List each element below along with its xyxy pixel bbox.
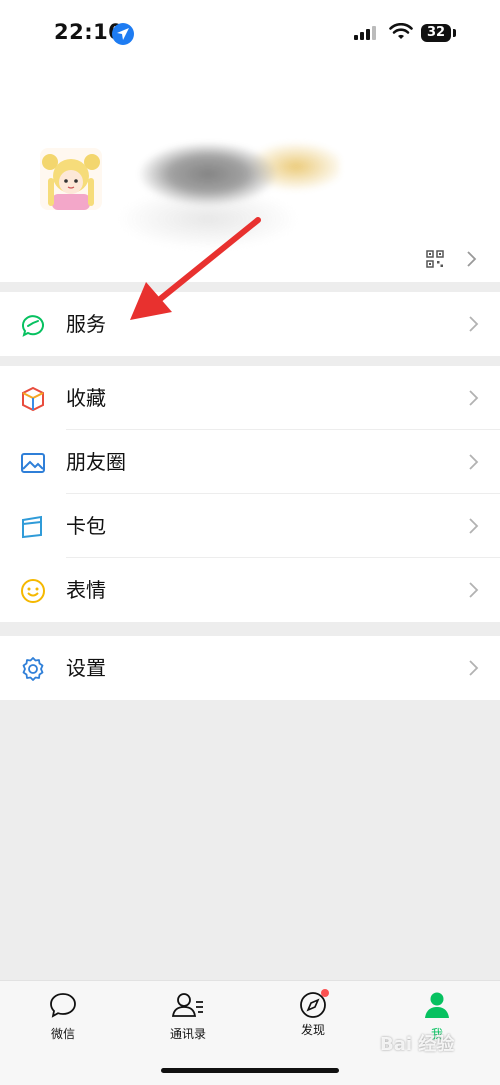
contacts-icon — [171, 993, 203, 1017]
menu-item-favorites[interactable]: 收藏 — [0, 366, 500, 430]
notification-dot — [321, 989, 329, 997]
menu-item-settings[interactable]: 设置 — [0, 636, 500, 700]
chevron-right-icon — [469, 660, 479, 676]
annotation-arrow-icon — [130, 217, 261, 320]
menu-label-settings: 设置 — [66, 656, 106, 680]
tab-chats[interactable]: 微信 — [18, 991, 108, 1042]
battery-tip — [453, 29, 456, 37]
person-icon — [425, 992, 449, 1018]
avatar[interactable] — [40, 148, 102, 210]
menu-label-services: 服务 — [66, 312, 106, 336]
tab-label-discover: 发现 — [300, 1023, 325, 1037]
menu-label-stickers: 表情 — [66, 578, 106, 602]
tab-contacts[interactable]: 通讯录 — [143, 991, 233, 1042]
location-icon — [112, 23, 134, 45]
home-indicator[interactable] — [161, 1068, 339, 1073]
favorites-icon — [22, 386, 44, 412]
chevron-right-icon — [469, 454, 479, 470]
chevron-right-icon — [467, 251, 477, 267]
gear-icon — [22, 657, 44, 681]
chevron-right-icon — [469, 316, 479, 332]
smiley-icon — [21, 579, 45, 603]
menu-item-moments[interactable]: 朋友圈 — [0, 430, 500, 494]
menu-item-stickers[interactable]: 表情 — [0, 558, 500, 622]
services-icon — [21, 315, 44, 337]
battery-icon: 32 — [421, 24, 451, 42]
chevron-right-icon — [469, 582, 479, 598]
wifi-icon — [389, 23, 413, 39]
watermark: Bai 经验 — [380, 1034, 455, 1055]
tab-label-chats: 微信 — [50, 1027, 75, 1041]
chevron-right-icon — [469, 518, 479, 534]
menu-label-cards: 卡包 — [66, 514, 106, 538]
menu-label-moments: 朋友圈 — [66, 450, 126, 474]
tab-label-contacts: 通讯录 — [169, 1027, 206, 1041]
menu-label-favorites: 收藏 — [66, 386, 106, 410]
menu-item-cards[interactable]: 卡包 — [0, 494, 500, 558]
menu-group-main: 收藏 朋友圈 卡包 表情 — [0, 366, 500, 622]
tab-discover[interactable]: 发现 — [268, 989, 358, 1038]
status-bar: 22:10 32 — [0, 0, 500, 64]
chat-icon — [50, 993, 76, 1018]
qr-code-icon[interactable] — [426, 250, 444, 268]
cellular-signal-icon — [354, 26, 380, 40]
moments-icon — [21, 453, 45, 473]
chevron-right-icon — [469, 390, 479, 406]
menu-group-settings: 设置 — [0, 636, 500, 700]
card-wallet-icon — [22, 515, 42, 539]
